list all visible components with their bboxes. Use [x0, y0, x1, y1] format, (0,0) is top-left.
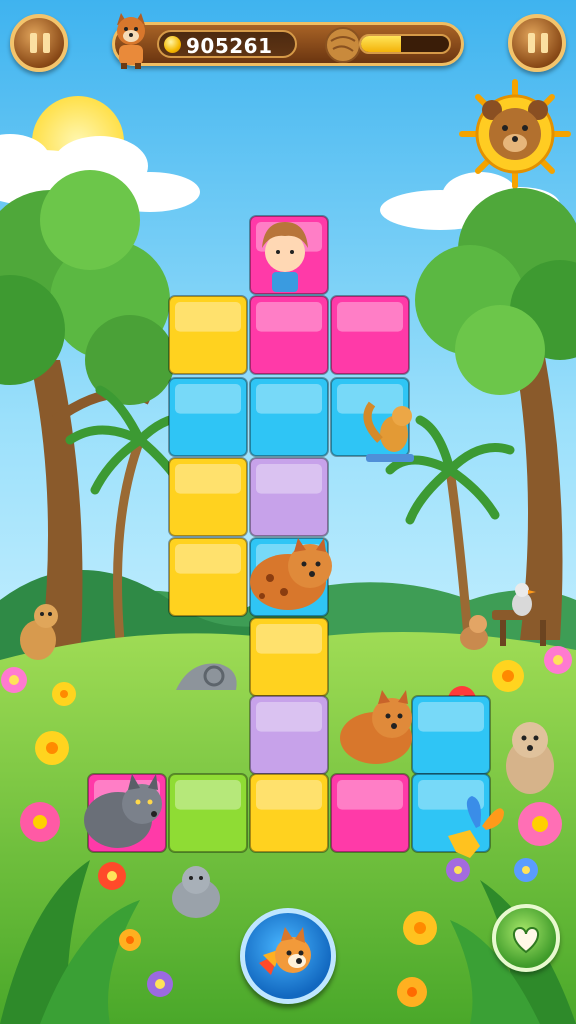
block-lilac[interactable]	[249, 695, 329, 775]
block-pink[interactable]	[330, 295, 410, 375]
block-yellow[interactable]	[168, 295, 248, 375]
block-cyan[interactable]	[168, 377, 248, 457]
level-progress-bar	[359, 34, 451, 54]
block-yellow[interactable]	[168, 537, 248, 617]
block-cyan[interactable]	[411, 695, 491, 775]
pause-icon	[30, 33, 37, 53]
bear-sun-icon	[459, 79, 571, 189]
block-yellow[interactable]	[249, 617, 329, 697]
coin-counter: 905261	[157, 30, 297, 58]
coin-count: 905261	[186, 34, 273, 58]
top-status-bar: 905261	[112, 13, 464, 69]
block-yellow[interactable]	[249, 773, 329, 853]
game-scene	[0, 0, 576, 1024]
fox-boost-button[interactable]	[240, 908, 336, 1004]
block-cyan[interactable]	[249, 377, 329, 457]
pause-icon-bar	[43, 33, 50, 53]
block-lime[interactable]	[168, 773, 248, 853]
pause-button-left[interactable]	[10, 14, 68, 72]
fox-avatar-icon	[117, 13, 145, 69]
block-lilac[interactable]	[249, 457, 329, 537]
favorite-button[interactable]	[492, 904, 560, 972]
pause-icon	[528, 33, 535, 53]
fox-boost-icon	[259, 927, 311, 975]
block-pink[interactable]	[330, 773, 410, 853]
nut-icon	[325, 27, 361, 63]
heart-icon	[513, 926, 539, 954]
level-progress-fill	[361, 36, 401, 52]
block-yellow[interactable]	[168, 457, 248, 537]
pause-icon-bar	[541, 33, 548, 53]
coin-icon	[164, 36, 181, 53]
block-pink[interactable]	[249, 295, 329, 375]
pause-button-right[interactable]	[508, 14, 566, 72]
